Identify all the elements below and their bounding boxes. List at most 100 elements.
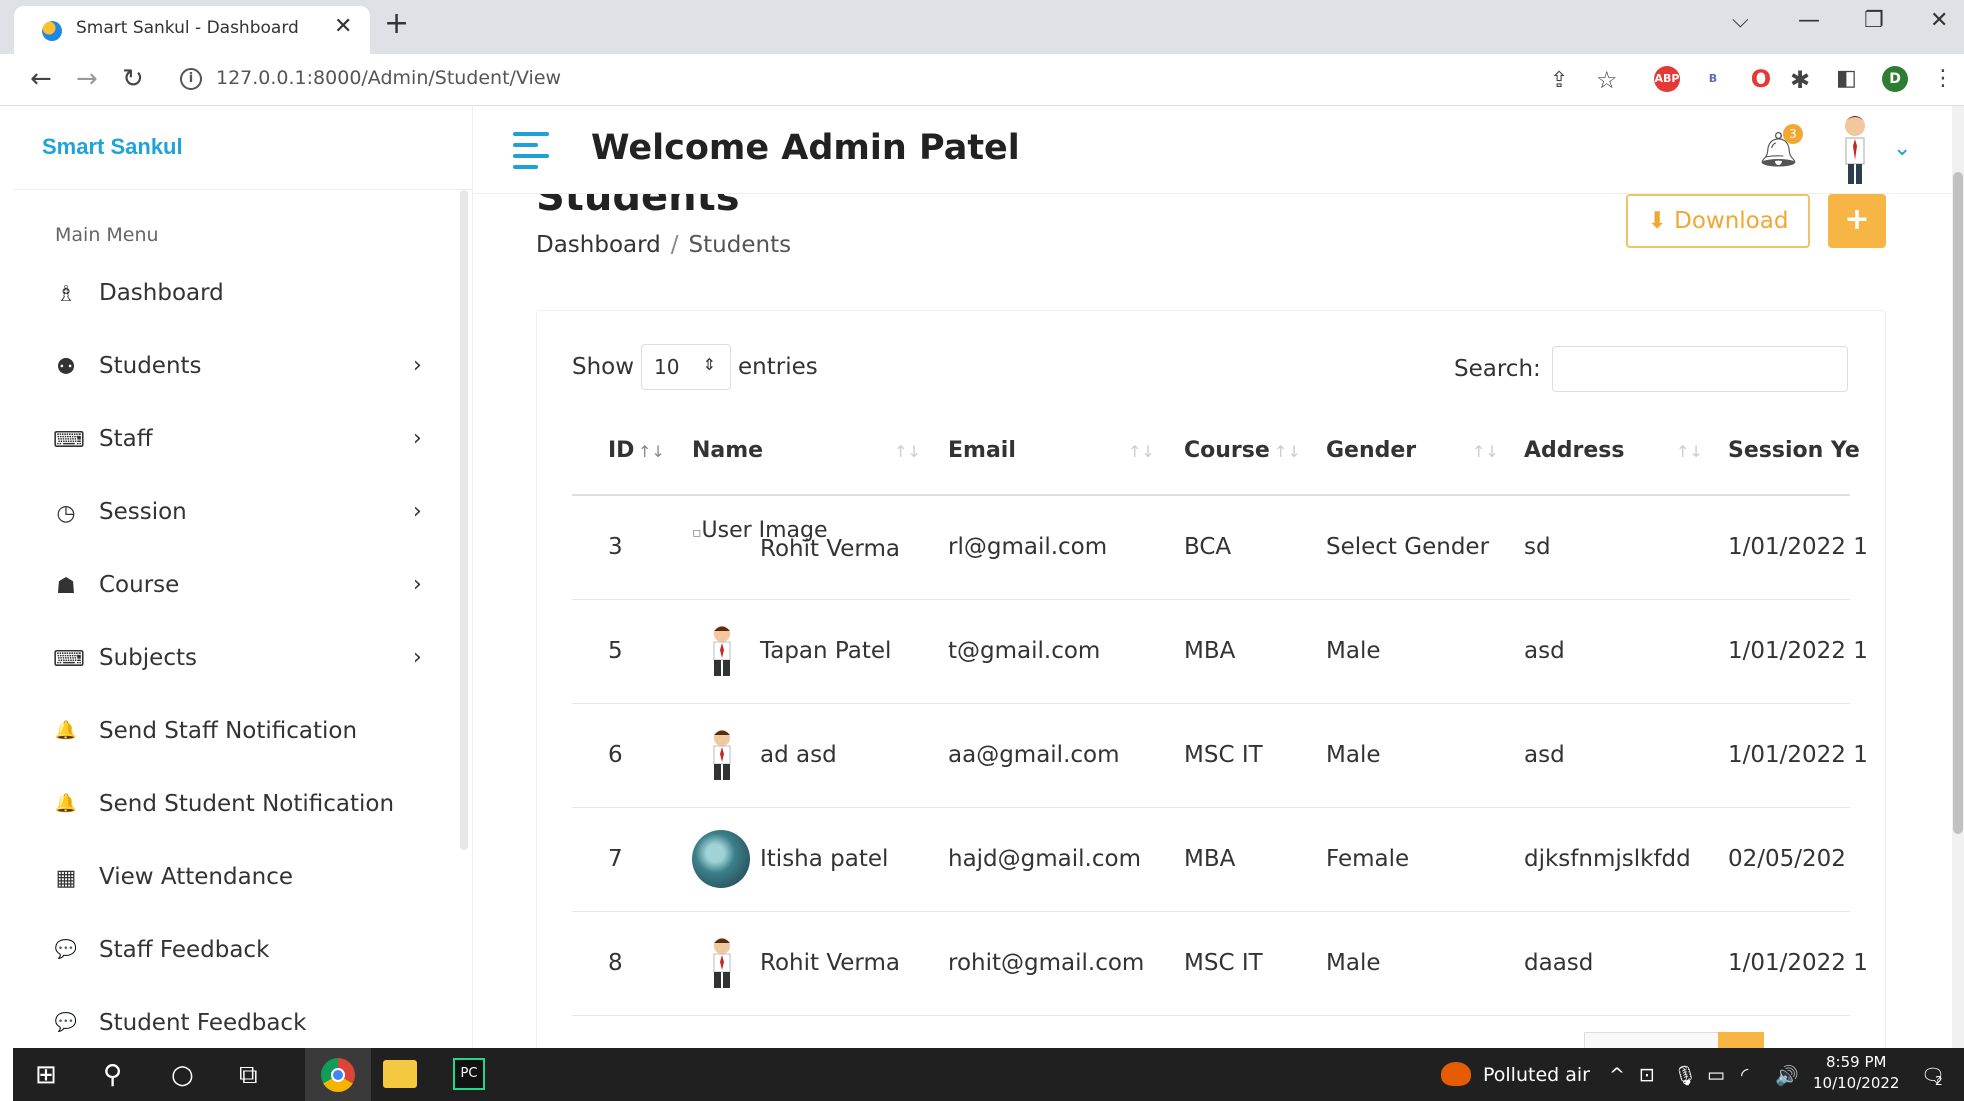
sidebar-item-label: Subjects <box>99 645 197 671</box>
page-size-select[interactable]: 10 ⇕ <box>641 344 731 390</box>
add-student-button[interactable]: + <box>1828 194 1886 248</box>
chrome-taskbar-button[interactable] <box>305 1048 371 1101</box>
table-row[interactable]: 5 Tapan Patel t@gmail.com MBA Male asd 1… <box>572 600 1868 704</box>
sidebar-item-session[interactable]: ◷ Session › <box>13 485 453 545</box>
file-explorer-icon[interactable] <box>383 1060 417 1088</box>
volume-icon[interactable]: 🔊 <box>1775 1064 1799 1087</box>
search-input[interactable] <box>1552 346 1848 392</box>
comments-icon: 💬 <box>54 939 78 960</box>
table-row[interactable]: 6 ad asd aa@gmail.com MSC IT Male asd 1/… <box>572 704 1868 808</box>
column-header-email[interactable]: Email <box>948 438 1016 463</box>
sidebar-item-label: Students <box>99 353 202 379</box>
sort-icon[interactable]: ↑↓ <box>1128 442 1155 461</box>
forward-icon[interactable]: → <box>76 64 98 94</box>
user-photo <box>692 622 750 680</box>
cell-session-year: 1/01/2022 1 <box>1728 534 1868 560</box>
sort-icon[interactable]: ↑↓ <box>894 442 921 461</box>
adblock-extension-icon[interactable]: ABP <box>1654 66 1680 92</box>
chevron-down-icon[interactable]: ⌄ <box>1893 136 1911 161</box>
table-row[interactable]: 8 Rohit Verma rohit@gmail.com MSC IT Mal… <box>572 912 1868 1016</box>
brand-logo-text[interactable]: Smart Sankul <box>42 134 183 160</box>
sidebar-scrollbar[interactable] <box>460 190 468 850</box>
table-row[interactable]: 7 Itisha patel hajd@gmail.com MBA Female… <box>572 808 1850 912</box>
cell-session-year: 1/01/2022 1 <box>1728 638 1868 664</box>
tab-search-icon[interactable]: ⌵ <box>1732 8 1749 33</box>
cell-gender: Select Gender <box>1326 534 1490 560</box>
column-header-id[interactable]: ID <box>608 438 634 463</box>
browser-tab[interactable]: Smart Sankul - Dashboard ✕ <box>14 6 370 54</box>
tab-close-icon[interactable]: ✕ <box>334 14 352 39</box>
sidebar-item-staff-feedback[interactable]: 💬 Staff Feedback <box>13 923 453 983</box>
sidebar-item-course[interactable]: ☗ Course › <box>13 558 453 618</box>
url-field[interactable]: 127.0.0.1:8000/Admin/Student/View <box>216 67 561 89</box>
windows-start-icon[interactable]: ⊞ <box>35 1060 57 1090</box>
select-arrows-icon: ⇕ <box>702 355 716 374</box>
new-tab-button[interactable]: + <box>384 6 409 41</box>
download-button[interactable]: ⬇ Download <box>1626 194 1810 248</box>
reload-icon[interactable]: ↻ <box>122 64 144 94</box>
sort-icon[interactable]: ↑↓ <box>1676 442 1703 461</box>
side-panel-icon[interactable]: ◧ <box>1836 66 1857 91</box>
column-header-gender[interactable]: Gender <box>1326 438 1416 463</box>
sidebar-item-dashboard[interactable]: ♗ Dashboard <box>13 266 453 326</box>
cell-email: hajd@gmail.com <box>948 846 1141 872</box>
column-header-name[interactable]: Name <box>692 438 763 463</box>
sidebar-item-send-student-notification[interactable]: 🔔 Send Student Notification <box>13 777 453 837</box>
user-avatar[interactable] <box>1833 112 1877 188</box>
table-row[interactable]: 3 ▫User Image Rohit Verma rl@gmail.com B… <box>572 496 1868 600</box>
pagination-active-page[interactable] <box>1718 1032 1764 1048</box>
cell-id: 7 <box>608 846 623 872</box>
column-header-address[interactable]: Address <box>1524 438 1624 463</box>
sidebar-item-label: Session <box>99 499 187 525</box>
system-clock[interactable]: 8:59 PM 10/10/2022 <box>1813 1052 1899 1094</box>
sidebar-item-subjects[interactable]: ⌨ Subjects › <box>13 631 453 691</box>
minimize-button[interactable]: — <box>1798 8 1820 33</box>
sidebar-item-send-staff-notification[interactable]: 🔔 Send Staff Notification <box>13 704 453 764</box>
cell-id: 5 <box>608 638 623 664</box>
profile-avatar[interactable]: D <box>1882 66 1908 92</box>
wifi-icon[interactable]: ◜ <box>1741 1064 1748 1086</box>
sidebar-item-students[interactable]: ⚉ Students › <box>13 339 453 399</box>
browser-menu-icon[interactable]: ⋮ <box>1932 66 1954 91</box>
column-header-session-year[interactable]: Session Ye <box>1728 438 1860 463</box>
extension-icon[interactable]: B <box>1700 66 1726 92</box>
sort-icon[interactable]: ↑↓ <box>1472 442 1499 461</box>
microphone-icon[interactable]: 🎙 <box>1673 1064 1697 1087</box>
page-size-value: 10 <box>654 355 680 379</box>
cell-course: MBA <box>1184 638 1236 664</box>
battery-icon[interactable]: ▭ <box>1707 1064 1725 1086</box>
sidebar-item-staff[interactable]: ⌨ Staff › <box>13 412 453 472</box>
chevron-right-icon: › <box>413 572 422 597</box>
close-window-button[interactable]: ✕ <box>1930 8 1948 33</box>
sidebar-item-student-feedback[interactable]: 💬 Student Feedback <box>13 996 453 1056</box>
cell-address: asd <box>1524 638 1565 664</box>
pycharm-icon[interactable]: PC <box>453 1058 485 1090</box>
search-icon[interactable]: ⚲ <box>103 1060 122 1090</box>
sort-icon[interactable]: ↑↓ <box>1274 442 1301 461</box>
address-bar: ← → ↻ i 127.0.0.1:8000/Admin/Student/Vie… <box>0 54 1964 106</box>
breadcrumb-separator: / <box>670 232 679 258</box>
site-info-icon[interactable]: i <box>180 68 202 90</box>
clock-icon: ◷ <box>56 501 76 526</box>
breadcrumb-home[interactable]: Dashboard <box>536 232 661 258</box>
hamburger-menu-icon[interactable] <box>513 132 549 169</box>
bookmark-star-icon[interactable]: ☆ <box>1596 66 1618 94</box>
cell-id: 8 <box>608 950 623 976</box>
page-scrollbar-thumb[interactable] <box>1953 172 1963 834</box>
extensions-puzzle-icon[interactable]: ✱ <box>1790 66 1810 94</box>
entries-label: entries <box>738 354 818 380</box>
sort-asc-icon[interactable]: ↑↓ <box>638 442 665 461</box>
sidebar-item-view-attendance[interactable]: ▦ View Attendance <box>13 850 453 910</box>
weather-text[interactable]: Polluted air <box>1483 1064 1590 1086</box>
back-icon[interactable]: ← <box>30 64 52 94</box>
opera-extension-icon[interactable]: O <box>1748 66 1774 92</box>
tray-expand-icon[interactable]: ^ <box>1609 1064 1625 1086</box>
calendar-icon: ▦ <box>55 866 77 891</box>
column-header-course[interactable]: Course <box>1184 438 1270 463</box>
cortana-icon[interactable]: ○ <box>171 1060 194 1090</box>
share-icon[interactable]: ⇪ <box>1550 68 1568 93</box>
task-view-icon[interactable]: ⧉ <box>239 1060 258 1091</box>
maximize-button[interactable]: ❐ <box>1864 8 1884 33</box>
network-icon[interactable]: ⊡ <box>1639 1064 1655 1086</box>
top-header: Welcome Admin Patel 🔔︎ 3 ⌄ <box>473 106 1964 194</box>
